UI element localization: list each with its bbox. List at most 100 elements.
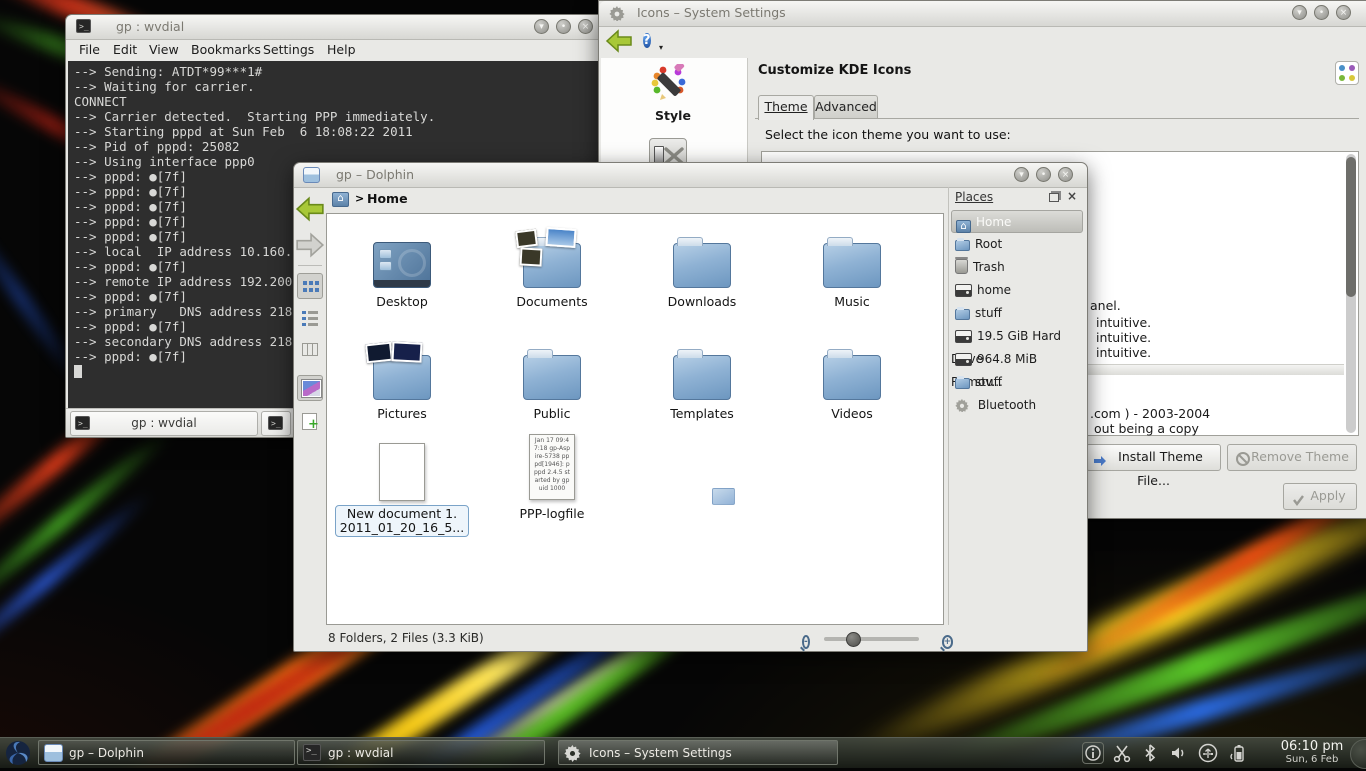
folder-icon xyxy=(955,309,970,320)
menu-edit[interactable]: Edit xyxy=(113,42,137,57)
split-view-button[interactable]: + xyxy=(297,409,323,435)
close-panel-icon[interactable]: × xyxy=(1067,189,1077,203)
remove-theme-button[interactable]: Remove Theme xyxy=(1227,444,1357,471)
import-icon xyxy=(1093,451,1107,475)
close-button[interactable]: × xyxy=(1058,167,1073,182)
place-root[interactable]: Root xyxy=(951,233,1083,256)
close-button[interactable]: × xyxy=(578,19,593,34)
terminal-tab-label: gp : wvdial xyxy=(131,416,196,430)
clock-time: 06:10 pm xyxy=(1278,739,1346,754)
terminal-cursor xyxy=(74,365,82,378)
bluetooth-icon[interactable] xyxy=(1140,743,1160,763)
drive-icon xyxy=(955,284,972,297)
maximize-button[interactable]: • xyxy=(1036,167,1051,182)
terminal-line: --> Sending: ATDT*99***1# xyxy=(74,64,609,79)
system-settings-toolbar: ? ▾ xyxy=(599,26,1366,58)
breadcrumb[interactable]: ⌂ > Home xyxy=(326,187,949,213)
volume-icon[interactable] xyxy=(1168,743,1188,763)
place-bluetooth[interactable]: Bluetooth xyxy=(951,394,1083,417)
float-panel-icon[interactable] xyxy=(1049,193,1059,202)
selected-file-label: New document 1. 2011_01_20_16_5... xyxy=(335,505,469,537)
system-settings-titlebar[interactable]: Icons – System Settings ▾ • × xyxy=(599,1,1366,27)
terminal-titlebar[interactable]: >_ gp : wvdial ▾ • × xyxy=(66,15,611,40)
task-dolphin[interactable]: gp – Dolphin xyxy=(38,740,295,765)
place-stuff-2[interactable]: stuff xyxy=(951,371,1083,394)
new-tab-button[interactable]: >_ xyxy=(261,411,291,436)
taskbar: gp – Dolphin >_ gp : wvdial Icons – Syst… xyxy=(0,737,1366,768)
folder-item-documents[interactable]: Documents xyxy=(482,224,622,309)
gear-icon xyxy=(955,397,969,420)
install-theme-button[interactable]: Install Theme File... xyxy=(1086,444,1221,471)
folder-view[interactable]: Desktop Documents Downloads Music Pictur… xyxy=(326,213,944,625)
close-button[interactable]: × xyxy=(1336,5,1351,20)
help-button[interactable]: ? ▾ xyxy=(643,29,651,51)
back-button[interactable] xyxy=(605,28,633,58)
task-system-settings[interactable]: Icons – System Settings xyxy=(558,740,838,765)
scrollbar-thumb[interactable] xyxy=(1346,157,1356,297)
maximize-button[interactable]: • xyxy=(556,19,571,34)
place-trash[interactable]: Trash xyxy=(951,256,1083,279)
install-theme-label: Install Theme File... xyxy=(1118,449,1203,488)
icons-view-button[interactable] xyxy=(297,273,323,299)
task-wvdial[interactable]: >_ gp : wvdial xyxy=(297,740,545,765)
zoom-slider-handle[interactable] xyxy=(846,632,861,647)
folder-label: Desktop xyxy=(332,294,472,309)
menu-view[interactable]: View xyxy=(149,42,179,57)
menu-bookmarks[interactable]: Bookmarks xyxy=(191,42,261,57)
terminal-menubar: File Edit View Bookmarks Settings Help xyxy=(66,39,611,61)
zoom-slider[interactable] xyxy=(824,637,919,641)
folder-item-desktop[interactable]: Desktop xyxy=(332,224,472,309)
tab-theme-label: Theme xyxy=(764,99,807,114)
folder-item-pictures[interactable]: Pictures xyxy=(332,336,472,421)
columns-view-button[interactable] xyxy=(297,337,323,363)
minimize-button[interactable]: ▾ xyxy=(1014,167,1029,182)
minimize-button[interactable]: ▾ xyxy=(1292,5,1307,20)
menu-settings[interactable]: Settings xyxy=(263,42,314,57)
folder-item-videos[interactable]: Videos xyxy=(782,336,922,421)
system-settings-window-buttons: ▾ • × xyxy=(1292,5,1351,20)
folder-icon xyxy=(823,355,881,400)
place-home-drive[interactable]: home xyxy=(951,279,1083,302)
battery-icon[interactable] xyxy=(1228,743,1248,763)
back-button[interactable] xyxy=(295,195,325,227)
apply-button[interactable]: Apply xyxy=(1283,483,1357,510)
klipper-scissors-icon[interactable] xyxy=(1112,743,1132,763)
file-item-ppp-logfile[interactable]: Jan 17 09:4 7:18 gp-Asp ire-5738 pp pd[1… xyxy=(482,434,622,521)
file-item-new-document[interactable]: New document 1. 2011_01_20_16_5... xyxy=(332,439,472,537)
dolphin-titlebar[interactable]: gp – Dolphin ▾ • × xyxy=(294,163,1087,188)
dolphin-title: gp – Dolphin xyxy=(336,167,414,182)
folder-label: Pictures xyxy=(332,406,472,421)
sidebar-item-style[interactable]: Style xyxy=(609,64,737,130)
task-label: gp – Dolphin xyxy=(69,746,144,760)
breadcrumb-location[interactable]: Home xyxy=(367,191,408,206)
usb-device-icon[interactable] xyxy=(1196,743,1220,763)
terminal-line: --> Waiting for carrier. xyxy=(74,79,609,94)
zoom-in-icon[interactable]: + xyxy=(942,635,954,649)
details-view-button[interactable] xyxy=(297,305,323,331)
preview-button[interactable] xyxy=(297,375,323,401)
forward-button[interactable] xyxy=(295,231,325,263)
tab-advanced[interactable]: Advanced xyxy=(814,95,878,119)
panel-cashew-icon[interactable] xyxy=(1350,739,1366,769)
place-hard-drive[interactable]: 19.5 GiB Hard Drive xyxy=(951,325,1083,348)
menu-file[interactable]: File xyxy=(79,42,100,57)
tab-theme[interactable]: Theme xyxy=(758,95,814,120)
zoom-out-icon[interactable]: - xyxy=(802,635,810,649)
terminal-title: gp : wvdial xyxy=(116,19,184,34)
menu-help[interactable]: Help xyxy=(327,42,356,57)
launcher-icon[interactable] xyxy=(3,739,33,767)
place-home[interactable]: ⌂Home xyxy=(951,210,1083,233)
place-stuff[interactable]: stuff xyxy=(951,302,1083,325)
scrollbar[interactable] xyxy=(1346,154,1356,433)
minimize-button[interactable]: ▾ xyxy=(534,19,549,34)
clock[interactable]: 06:10 pm Sun, 6 Feb xyxy=(1278,739,1346,766)
sidebar-item-style-label: Style xyxy=(609,108,737,123)
folder-item-downloads[interactable]: Downloads xyxy=(632,224,772,309)
maximize-button[interactable]: • xyxy=(1314,5,1329,20)
folder-item-templates[interactable]: Templates xyxy=(632,336,772,421)
info-tray-icon[interactable] xyxy=(1082,742,1104,764)
place-removable-drive[interactable]: 964.8 MiB Remov... xyxy=(951,348,1083,371)
folder-item-music[interactable]: Music xyxy=(782,224,922,309)
terminal-tab[interactable]: >_ gp : wvdial xyxy=(70,411,258,436)
folder-item-public[interactable]: Public xyxy=(482,336,622,421)
